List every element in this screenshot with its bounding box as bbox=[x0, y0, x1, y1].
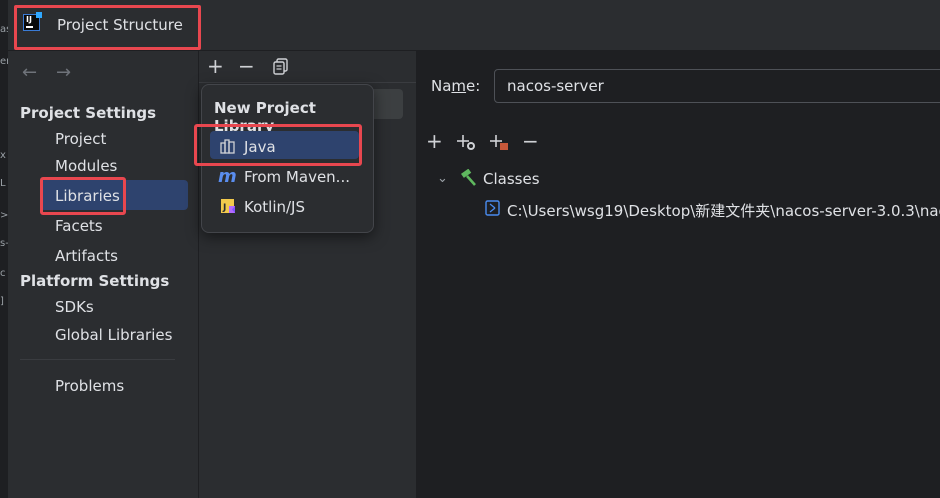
sidebar-item-problems[interactable]: Problems bbox=[55, 377, 124, 395]
chevron-down-icon[interactable]: ⌄ bbox=[437, 171, 448, 186]
platform-settings-title: Platform Settings bbox=[20, 272, 170, 290]
add-plus-globe-icon[interactable] bbox=[456, 133, 476, 155]
kotlin-js-icon: J bbox=[220, 198, 236, 214]
toolbar-divider bbox=[199, 82, 416, 83]
strip-glyph: ] bbox=[0, 296, 4, 307]
title-highlight-box bbox=[14, 5, 201, 50]
strip-glyph: er bbox=[0, 56, 8, 67]
arrow-right-icon[interactable]: → bbox=[56, 62, 71, 83]
name-label: Name: bbox=[431, 77, 481, 95]
sidebar-item-artifacts[interactable]: Artifacts bbox=[55, 247, 118, 265]
sidebar-item-project[interactable]: Project bbox=[55, 130, 106, 148]
java-highlight-box bbox=[194, 124, 362, 166]
copy-icon[interactable] bbox=[272, 58, 289, 79]
svg-text:J: J bbox=[222, 203, 226, 213]
popup-item-from-maven[interactable]: From Maven... bbox=[244, 168, 350, 186]
sidebar-item-modules[interactable]: Modules bbox=[55, 157, 117, 175]
sidebar-item-sdks[interactable]: SDKs bbox=[55, 298, 94, 316]
strip-glyph: L bbox=[0, 178, 6, 189]
project-settings-title: Project Settings bbox=[20, 104, 157, 122]
library-details-panel bbox=[417, 51, 940, 498]
strip-glyph: x bbox=[0, 150, 6, 161]
library-list-row[interactable] bbox=[372, 89, 403, 119]
strip-glyph: > bbox=[0, 210, 8, 221]
tree-node-classes[interactable]: Classes bbox=[483, 170, 540, 188]
hammer-icon bbox=[459, 168, 477, 191]
libraries-highlight-box bbox=[40, 177, 126, 215]
tree-node-jar-path[interactable]: C:\Users\wsg19\Desktop\新建文件夹\nacos-serve… bbox=[507, 200, 940, 221]
sidebar-item-global-libraries[interactable]: Global Libraries bbox=[55, 326, 172, 344]
strip-glyph: c bbox=[0, 268, 6, 279]
remove-root-button[interactable]: − bbox=[522, 131, 539, 151]
name-field-value[interactable]: nacos-server bbox=[507, 77, 604, 95]
add-root-button[interactable]: + bbox=[426, 131, 443, 151]
strip-glyph: s- bbox=[0, 238, 8, 249]
sidebar-divider bbox=[20, 359, 175, 360]
add-plus-jar-icon[interactable] bbox=[489, 133, 509, 155]
remove-library-button[interactable]: − bbox=[238, 56, 255, 76]
add-library-button[interactable]: + bbox=[207, 56, 224, 76]
jar-file-icon bbox=[485, 200, 500, 220]
maven-icon: m bbox=[218, 166, 237, 187]
sidebar-item-facets[interactable]: Facets bbox=[55, 217, 103, 235]
arrow-left-icon[interactable]: ← bbox=[22, 62, 37, 83]
popup-item-kotlin-js[interactable]: Kotlin/JS bbox=[244, 198, 305, 216]
strip-glyph: as bbox=[0, 24, 8, 35]
